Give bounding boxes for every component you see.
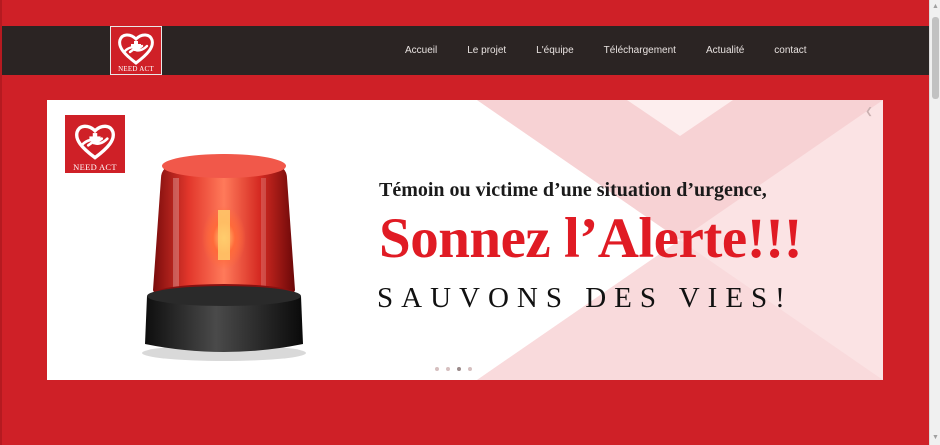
slider-pagination bbox=[435, 365, 479, 373]
nav-contact[interactable]: contact bbox=[774, 45, 806, 56]
arrow-up-icon[interactable]: ▲ bbox=[931, 2, 940, 12]
siren-beacon-image bbox=[142, 154, 306, 361]
chevron-icon[interactable]: ❮ bbox=[864, 106, 874, 116]
slider-dot[interactable] bbox=[446, 367, 450, 371]
nav-actualite[interactable]: Actualité bbox=[706, 45, 744, 56]
navbar: NEED ACT Accueil Le projet L'équipe Télé… bbox=[2, 26, 929, 75]
brand-logo[interactable]: NEED ACT bbox=[110, 26, 162, 75]
headline-save-lives: SAUVONS DES VIES! bbox=[377, 282, 793, 314]
scrollbar[interactable]: ▲ ▼ bbox=[929, 0, 940, 445]
nav-le-projet[interactable]: Le projet bbox=[467, 45, 506, 56]
slide-logo-text: NEED ACT bbox=[73, 162, 117, 172]
slide-logo: NEED ACT bbox=[65, 115, 125, 173]
headline-alert: Sonnez l’Alerte!!! bbox=[379, 207, 803, 270]
scrollbar-thumb[interactable] bbox=[932, 17, 939, 99]
main-nav: Accueil Le projet L'équipe Téléchargemen… bbox=[405, 26, 807, 75]
nav-accueil[interactable]: Accueil bbox=[405, 45, 437, 56]
slider-dot-active[interactable] bbox=[457, 367, 461, 371]
slider-dot[interactable] bbox=[435, 367, 439, 371]
heart-hands-icon bbox=[75, 124, 115, 160]
hero-slider[interactable]: NEED ACT Témoin ou victime d’une situati… bbox=[47, 100, 883, 380]
brand-logo-text: NEED ACT bbox=[118, 65, 154, 73]
heart-hands-icon bbox=[118, 33, 154, 65]
nav-telechargement[interactable]: Téléchargement bbox=[604, 45, 676, 56]
arrow-down-icon[interactable]: ▼ bbox=[931, 433, 940, 443]
slider-dot[interactable] bbox=[468, 367, 472, 371]
headline-witness: Témoin ou victime d’une situation d’urge… bbox=[379, 179, 767, 201]
nav-equipe[interactable]: L'équipe bbox=[536, 45, 574, 56]
